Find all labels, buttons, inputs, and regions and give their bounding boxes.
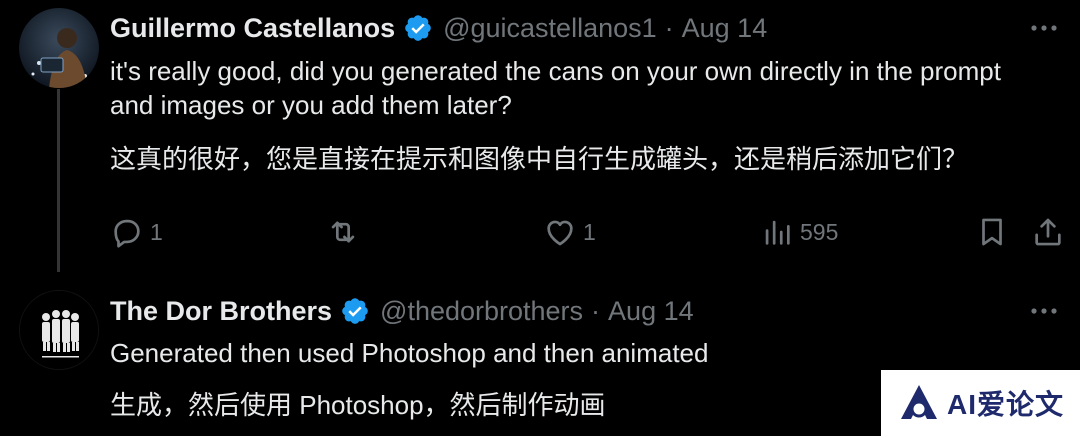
header-separator: · (664, 12, 674, 43)
author-handle[interactable]: @thedorbrothers (380, 296, 583, 327)
like-button[interactable]: 1 (543, 210, 596, 254)
tweet-guillermo[interactable]: Guillermo Castellanos @guicastellanos1 ·… (0, 0, 1080, 281)
reply-icon (114, 219, 140, 248)
author-handle[interactable]: @guicastellanos1 (443, 13, 657, 44)
share-icon (1035, 218, 1061, 246)
tweet-header: The Dor Brothers @thedorbrothers · Aug 1… (110, 293, 694, 329)
bookmark-icon (982, 218, 1002, 246)
tweet-header: Guillermo Castellanos @guicastellanos1 ·… (110, 10, 767, 46)
avatar[interactable] (19, 8, 99, 88)
more-options-icon[interactable] (1026, 18, 1062, 38)
avatar-image (19, 8, 99, 88)
watermark-a-icon (900, 385, 937, 419)
author-name[interactable]: Guillermo Castellanos (110, 13, 395, 44)
tweet-text: it's really good, did you generated the … (110, 56, 1001, 120)
tweet-actions: 1 1 595 (0, 210, 1080, 254)
reply-count: 1 (150, 218, 163, 245)
author-name[interactable]: The Dor Brothers (110, 296, 332, 327)
more-options-icon[interactable] (1026, 301, 1062, 321)
heart-icon (547, 220, 573, 246)
avatar[interactable] (19, 290, 99, 370)
views-chart-icon (765, 220, 790, 245)
tweet-text-translation: 这真的很好，您是直接在提示和图像中自行生成罐头，还是稍后添加它们？ (110, 144, 969, 174)
tweet-date[interactable]: Aug 14 (608, 296, 694, 327)
repost-icon (331, 221, 355, 243)
like-count: 1 (583, 218, 596, 245)
verified-badge-icon (340, 296, 370, 326)
verified-badge-icon (403, 13, 433, 43)
bookmark-button[interactable] (975, 210, 1009, 254)
tweet-text: Generated then used Photoshop and then a… (110, 338, 709, 368)
watermark-text: AI爱论文 (946, 389, 1064, 420)
views-count: 595 (800, 218, 839, 245)
tweet-date[interactable]: Aug 14 (682, 13, 768, 44)
header-separator: · (591, 295, 601, 326)
views-button[interactable]: 595 (760, 210, 838, 254)
watermark-logo: AI爱论文 (881, 370, 1080, 436)
share-button[interactable] (1031, 210, 1065, 254)
repost-button[interactable] (326, 210, 366, 254)
reply-button[interactable]: 1 (110, 210, 163, 254)
dor-brothers-logo (20, 291, 98, 369)
